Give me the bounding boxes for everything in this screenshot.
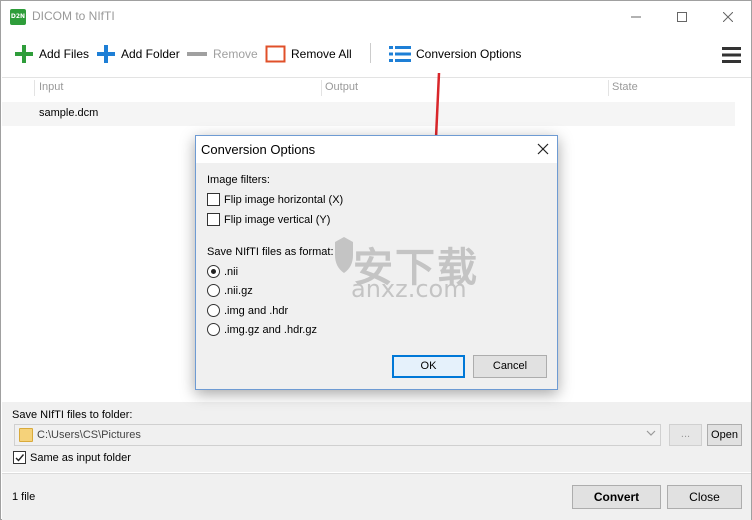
format-radio-img-gz-hdr-gz[interactable]: .img.gz and .hdr.gz: [207, 323, 317, 336]
format-radio-img-hdr[interactable]: .img and .hdr: [207, 304, 288, 317]
output-panel: Save NIfTI files to folder: C:\Users\CS\…: [2, 402, 751, 472]
radio-button[interactable]: [207, 284, 220, 297]
radio-button[interactable]: [207, 304, 220, 317]
add-folder-button[interactable]: Add Folder: [96, 43, 180, 65]
conversion-options-label: Conversion Options: [416, 47, 522, 61]
format-option-label: .nii.gz: [224, 284, 253, 297]
remove-all-button[interactable]: Remove All: [265, 43, 352, 65]
radio-button-selected[interactable]: [207, 265, 220, 278]
checkmark-icon: [15, 454, 25, 462]
ok-button[interactable]: OK: [392, 355, 465, 378]
checkbox-box[interactable]: [207, 193, 220, 206]
flip-horizontal-checkbox[interactable]: Flip image horizontal (X): [207, 193, 343, 206]
format-label: Save NIfTI files as format:: [207, 246, 334, 258]
output-folder-combo[interactable]: C:\Users\CS\Pictures: [14, 424, 661, 446]
table-row[interactable]: sample.dcm: [2, 102, 735, 126]
chevron-down-icon: [646, 430, 656, 436]
radio-button[interactable]: [207, 323, 220, 336]
checkbox-box[interactable]: [13, 451, 26, 464]
remove-label: Remove: [213, 47, 258, 61]
folder-icon: [19, 428, 33, 442]
same-as-input-checkbox[interactable]: Same as input folder: [13, 451, 131, 464]
dialog-close-icon[interactable]: [537, 143, 549, 155]
format-radio-nii[interactable]: .nii: [207, 265, 238, 278]
flip-vertical-label: Flip image vertical (Y): [224, 213, 331, 226]
dialog-body: Image filters: Flip image horizontal (X)…: [196, 163, 557, 389]
same-as-input-label: Same as input folder: [30, 451, 131, 464]
remove-button[interactable]: Remove: [186, 43, 258, 65]
image-filters-label: Image filters:: [207, 174, 270, 186]
flip-horizontal-label: Flip image horizontal (X): [224, 193, 344, 206]
add-files-button[interactable]: Add Files: [14, 43, 89, 65]
plus-icon: [97, 45, 115, 63]
minimize-icon: [631, 16, 641, 17]
column-divider: [608, 80, 609, 96]
conversion-options-button[interactable]: Conversion Options: [389, 43, 521, 65]
main-window: D2N DICOM to NIfTI Add Files Add Folder …: [0, 0, 752, 520]
checkbox-box[interactable]: [207, 213, 220, 226]
add-folder-label: Add Folder: [121, 47, 180, 61]
app-icon: D2N: [10, 9, 26, 25]
column-header-output[interactable]: Output: [325, 81, 358, 93]
output-folder-path: C:\Users\CS\Pictures: [37, 429, 141, 441]
format-option-label: .nii: [224, 265, 239, 278]
maximize-button[interactable]: [659, 1, 705, 32]
conversion-options-dialog: Conversion Options Image filters: Flip i…: [195, 135, 558, 390]
column-header-input[interactable]: Input: [39, 81, 63, 93]
format-option-label: .img.gz and .hdr.gz: [224, 323, 317, 336]
menu-button[interactable]: [722, 44, 741, 66]
close-button[interactable]: Close: [667, 485, 742, 509]
add-files-label: Add Files: [39, 47, 90, 61]
toolbar: Add Files Add Folder Remove Remove All C…: [1, 33, 751, 75]
minimize-button[interactable]: [613, 1, 659, 32]
flip-vertical-checkbox[interactable]: Flip image vertical (Y): [207, 213, 330, 226]
browse-button[interactable]: ...: [669, 424, 702, 446]
window-title: DICOM to NIfTI: [32, 9, 115, 23]
open-button[interactable]: Open: [707, 424, 742, 446]
column-header-state[interactable]: State: [612, 81, 638, 93]
hamburger-menu-icon: [722, 47, 741, 63]
column-divider: [34, 80, 35, 96]
cancel-button[interactable]: Cancel: [473, 355, 547, 378]
column-divider: [321, 80, 322, 96]
close-icon: [723, 11, 733, 22]
maximize-icon: [677, 11, 687, 22]
status-bar: 1 file Convert Close: [2, 473, 751, 520]
file-count: 1 file: [12, 491, 36, 503]
row-input-cell: sample.dcm: [39, 107, 99, 119]
title-bar: D2N DICOM to NIfTI: [1, 1, 751, 32]
format-radio-nii-gz[interactable]: .nii.gz: [207, 284, 253, 297]
toolbar-divider: [370, 43, 371, 63]
dialog-title: Conversion Options: [201, 142, 316, 157]
remove-all-icon: [265, 45, 286, 63]
convert-button[interactable]: Convert: [572, 485, 661, 509]
window-close-button[interactable]: [705, 1, 751, 32]
minus-icon: [187, 52, 207, 56]
remove-all-label: Remove All: [291, 47, 352, 61]
save-folder-label: Save NIfTI files to folder:: [12, 409, 133, 421]
plus-icon: [15, 45, 33, 63]
format-option-label: .img and .hdr: [224, 304, 289, 317]
list-icon: [389, 46, 411, 62]
dialog-title-bar: Conversion Options: [196, 136, 557, 163]
